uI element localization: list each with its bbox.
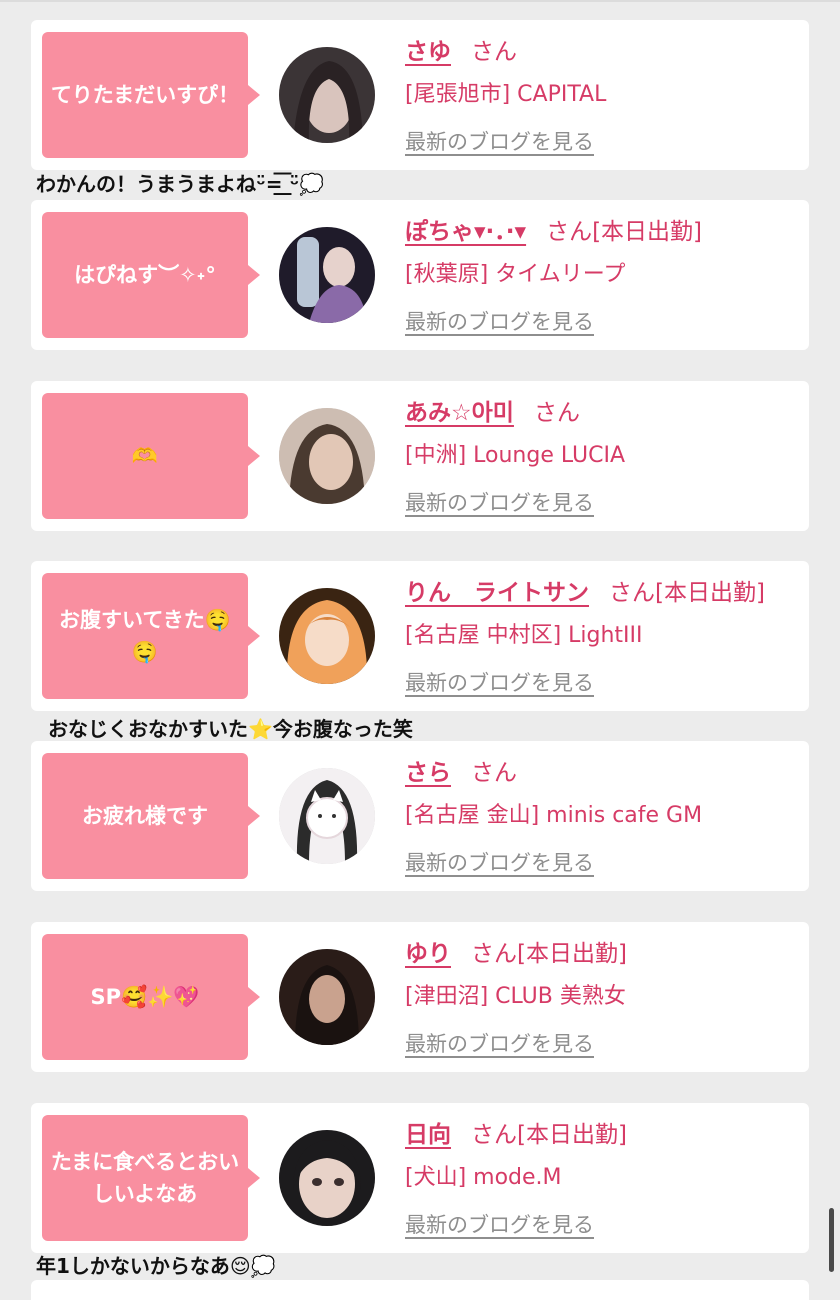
latest-blog-link[interactable]: 最新のブログを見る xyxy=(405,306,594,336)
post-card: お腹すいてきた🤤🤤 りん ライトサン さん[本日出勤] [名古屋 中村区] Lig… xyxy=(31,561,809,711)
name-row: 日向 さん[本日出勤] xyxy=(405,1115,627,1149)
latest-blog-link[interactable]: 最新のブログを見る xyxy=(405,487,594,517)
cast-name-link[interactable]: りん ライトサン xyxy=(405,580,589,606)
cast-name-link[interactable]: ゆり xyxy=(405,941,451,967)
post-card-partial xyxy=(31,1280,809,1300)
message-bubble: お腹すいてきた🤤🤤 xyxy=(42,573,260,699)
honorific: さん xyxy=(533,400,580,426)
avatar[interactable] xyxy=(279,227,375,323)
honorific: さん xyxy=(471,760,517,786)
avatar[interactable] xyxy=(279,47,375,143)
message-text: 🫶 xyxy=(131,444,159,468)
status-badge: [本日出勤] xyxy=(517,941,627,967)
avatar-photo-icon xyxy=(279,47,375,143)
avatar[interactable] xyxy=(279,588,375,684)
latest-blog-link[interactable]: 最新のブログを見る xyxy=(405,1028,594,1058)
honorific: さん xyxy=(609,580,655,606)
cast-name-link[interactable]: ぽちゃ▾·．·▾ xyxy=(405,219,526,245)
avatar-photo-icon xyxy=(279,408,375,504)
post-card: お疲れ様です さら さん [名古屋 金山] minis cafe GM 最新のブロ… xyxy=(31,741,809,891)
latest-blog-link[interactable]: 最新のブログを見る xyxy=(405,847,594,877)
honorific: さん xyxy=(546,219,593,245)
shop-label: [名古屋 中村区] LightIII xyxy=(405,623,643,648)
comment-text: 年1しかないからなあ😌💭 xyxy=(36,1254,276,1278)
post-card: SP🥰✨💖 ゆり さん[本日出勤] [津田沼] CLUB 美熟女 最新のブログを見… xyxy=(31,922,809,1072)
avatar-photo-icon xyxy=(279,1130,375,1226)
shop-label: [秋葉原] タイムリープ xyxy=(405,262,626,287)
honorific: さん xyxy=(471,39,517,65)
cast-name-link[interactable]: 日向 xyxy=(405,1122,451,1148)
cast-name-link[interactable]: あみ☆아미 xyxy=(405,400,514,426)
post-card: たまに食べるとおいしいよなあ 日向 さん[本日出勤] [犬山] mode.M 最新… xyxy=(31,1103,809,1253)
post-card: 🫶 あみ☆아미 さん [中洲] Lounge LUCIA 最新のブログを見る xyxy=(31,381,809,531)
avatar-photo-icon xyxy=(279,768,375,864)
comment-text: おなじくおなかすいた⭐️今お腹なった笑 xyxy=(48,717,413,741)
message-bubble: てりたまだいすぴ！ xyxy=(42,32,260,158)
message-bubble: SP🥰✨💖 xyxy=(42,934,260,1060)
message-text: たまに食べるとおいしいよなあ xyxy=(50,1150,240,1206)
message-bubble: 🫶 xyxy=(42,393,260,519)
name-row: ゆり さん[本日出勤] xyxy=(405,934,627,968)
message-text: お腹すいてきた🤤🤤 xyxy=(59,608,231,664)
name-row: ぽちゃ▾·．·▾ さん[本日出勤] xyxy=(405,212,702,246)
latest-blog-link[interactable]: 最新のブログを見る xyxy=(405,1209,594,1239)
message-bubble: お疲れ様です xyxy=(42,753,260,879)
name-row: さゆ さん xyxy=(405,32,517,66)
message-text: てりたまだいすぴ！ xyxy=(50,83,240,107)
shop-label: [津田沼] CLUB 美熟女 xyxy=(405,984,626,1009)
cast-name-link[interactable]: さら xyxy=(405,760,451,786)
honorific: さん xyxy=(471,1122,517,1148)
cast-name-link[interactable]: さゆ xyxy=(405,39,451,65)
latest-blog-link[interactable]: 最新のブログを見る xyxy=(405,667,594,697)
message-text: お疲れ様です xyxy=(82,804,208,828)
latest-blog-link[interactable]: 最新のブログを見る xyxy=(405,126,594,156)
status-badge: [本日出勤] xyxy=(517,1122,627,1148)
name-row: あみ☆아미 さん xyxy=(405,393,580,427)
name-row: さら さん xyxy=(405,753,517,787)
top-divider xyxy=(0,0,840,2)
shop-label: [尾張旭市] CAPITAL xyxy=(405,82,607,107)
shop-label: [中洲] Lounge LUCIA xyxy=(405,443,626,468)
avatar[interactable] xyxy=(279,949,375,1045)
message-bubble: はぴねす︶✧˖° xyxy=(42,212,260,338)
scrollbar[interactable] xyxy=(829,1208,834,1272)
avatar[interactable] xyxy=(279,408,375,504)
post-card: はぴねす︶✧˖° ぽちゃ▾·．·▾ さん[本日出勤] [秋葉原] タイムリープ 最… xyxy=(31,200,809,350)
honorific: さん xyxy=(471,941,517,967)
avatar[interactable] xyxy=(279,1130,375,1226)
name-row: りん ライトサン さん[本日出勤] xyxy=(405,573,765,607)
post-card: てりたまだいすぴ！ さゆ さん [尾張旭市] CAPITAL 最新のブログを見る xyxy=(31,20,809,170)
avatar[interactable] xyxy=(279,768,375,864)
avatar-photo-icon xyxy=(279,227,375,323)
status-badge: [本日出勤] xyxy=(592,219,703,245)
avatar-illustration-icon xyxy=(279,588,375,684)
status-badge: [本日出勤] xyxy=(655,580,765,606)
message-bubble: たまに食べるとおいしいよなあ xyxy=(42,1115,260,1241)
message-text: はぴねす︶✧˖° xyxy=(74,263,216,287)
comment-text: わかんの！うまうまよねᵕ̈=͟͟͞͞ ᵕ̈💭 xyxy=(36,172,325,196)
shop-label: [犬山] mode.M xyxy=(405,1165,562,1190)
shop-label: [名古屋 金山] minis cafe GM xyxy=(405,803,703,828)
message-text: SP🥰✨💖 xyxy=(90,985,200,1009)
avatar-photo-icon xyxy=(279,949,375,1045)
